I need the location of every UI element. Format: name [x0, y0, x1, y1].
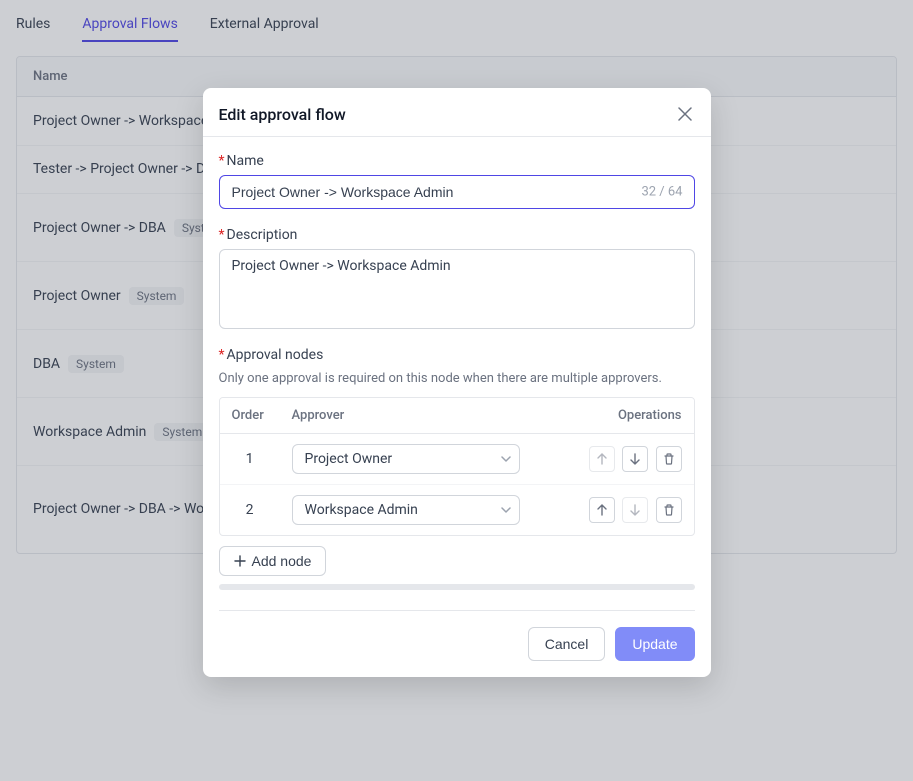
trash-icon [663, 453, 675, 465]
edit-approval-flow-modal: Edit approval flow *Name 32 / 64 *Descri… [203, 88, 711, 677]
arrow-up-icon [596, 504, 608, 516]
node-order: 2 [220, 485, 280, 535]
approval-nodes-help: Only one approval is required on this no… [219, 369, 695, 389]
approval-nodes-table: Order Approver Operations 1 Project Owne… [219, 397, 695, 536]
move-up-button[interactable] [589, 497, 615, 523]
add-node-button[interactable]: Add node [219, 546, 327, 576]
description-label: *Description [219, 227, 695, 243]
delete-button[interactable] [656, 497, 682, 523]
required-asterisk: * [219, 153, 225, 169]
chevron-down-icon [501, 456, 511, 462]
move-down-button[interactable] [622, 497, 648, 523]
cancel-button[interactable]: Cancel [528, 627, 606, 661]
trash-icon [663, 504, 675, 516]
node-header-operations: Operations [573, 398, 694, 434]
char-counter: 32 / 64 [641, 185, 682, 200]
approval-nodes-label: *Approval nodes [219, 347, 695, 363]
node-order: 1 [220, 434, 280, 485]
arrow-down-icon [629, 453, 641, 465]
modal-overlay: Edit approval flow *Name 32 / 64 *Descri… [0, 0, 913, 781]
name-label: *Name [219, 153, 695, 169]
arrow-up-icon [596, 453, 608, 465]
move-down-button[interactable] [622, 446, 648, 472]
approver-select[interactable]: Project Owner [292, 444, 520, 474]
plus-icon [234, 555, 246, 567]
delete-button[interactable] [656, 446, 682, 472]
node-header-approver: Approver [280, 398, 573, 434]
modal-title: Edit approval flow [219, 105, 346, 124]
move-up-button[interactable] [589, 446, 615, 472]
node-row: 1 Project Owner [220, 434, 694, 485]
arrow-down-icon [629, 504, 641, 516]
required-asterisk: * [219, 347, 225, 363]
node-row: 2 Workspace Admin [220, 485, 694, 535]
description-input[interactable]: Project Owner -> Workspace Admin [219, 249, 695, 329]
update-button[interactable]: Update [615, 627, 694, 661]
required-asterisk: * [219, 227, 225, 243]
horizontal-scrollbar[interactable] [219, 584, 695, 590]
close-button[interactable] [675, 104, 695, 124]
node-header-order: Order [220, 398, 280, 434]
approver-select[interactable]: Workspace Admin [292, 495, 520, 525]
close-icon [678, 107, 692, 121]
name-input[interactable] [219, 175, 695, 209]
chevron-down-icon [501, 507, 511, 513]
